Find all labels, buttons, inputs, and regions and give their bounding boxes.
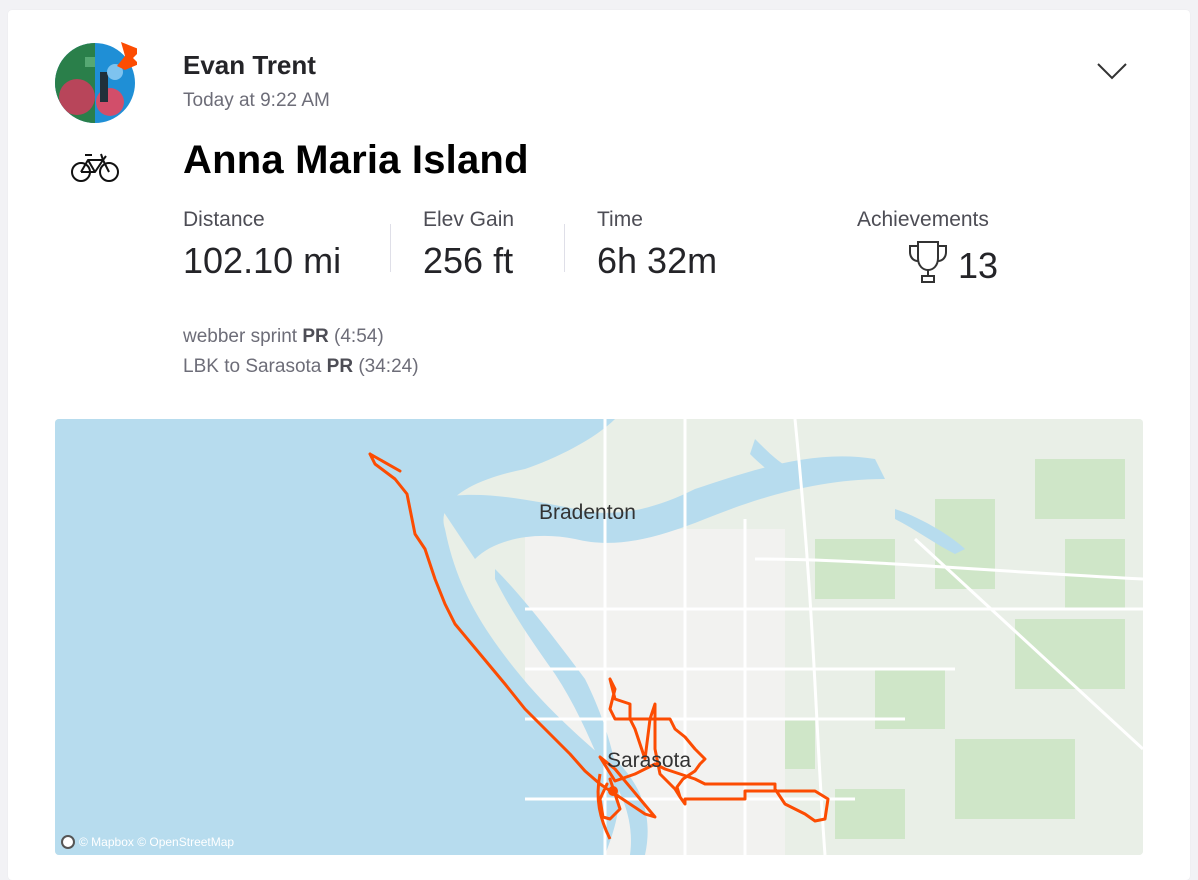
map-attribution[interactable]: © Mapbox © OpenStreetMap bbox=[61, 835, 234, 849]
chevron-down-icon[interactable] bbox=[1096, 60, 1128, 82]
attribution-text: © Mapbox © OpenStreetMap bbox=[79, 835, 235, 849]
stat-label: Elev Gain bbox=[423, 208, 515, 231]
segment-achievement[interactable]: LBK to Sarasota PR (34:24) bbox=[183, 356, 419, 378]
activity-map[interactable]: Bradenton Sarasota © Mapbox © OpenStreet… bbox=[55, 419, 1143, 855]
stat-time: Time 6h 32m bbox=[597, 208, 717, 282]
athlete-avatar[interactable] bbox=[55, 42, 141, 123]
stat-value: 13 bbox=[958, 244, 999, 286]
map-canvas bbox=[55, 419, 1143, 855]
stat-elev-gain: Elev Gain 256 ft bbox=[423, 208, 514, 282]
segment-time: (4:54) bbox=[334, 326, 384, 347]
stat-value: 256 ft bbox=[423, 240, 514, 281]
stat-label: Achievements bbox=[857, 208, 989, 231]
stat-value: 102.10 mi bbox=[183, 240, 342, 281]
stat-divider bbox=[390, 224, 391, 272]
mapbox-logo-icon[interactable] bbox=[61, 835, 75, 849]
map-label-bradenton: Bradenton bbox=[539, 501, 636, 524]
stat-value: 6h 32m bbox=[597, 240, 718, 281]
segment-time: (34:24) bbox=[358, 356, 419, 377]
segment-name: LBK to Sarasota bbox=[183, 356, 322, 377]
pr-badge: PR bbox=[326, 356, 354, 377]
stat-label: Time bbox=[597, 208, 643, 231]
stat-distance: Distance 102.10 mi bbox=[183, 208, 341, 282]
pr-badge: PR bbox=[302, 326, 329, 347]
stat-achievements[interactable]: Achievements 13 bbox=[857, 208, 998, 293]
bike-icon bbox=[70, 150, 120, 184]
activity-title[interactable]: Anna Maria Island bbox=[183, 138, 529, 183]
trophy-icon bbox=[904, 238, 952, 293]
stat-label: Distance bbox=[183, 208, 265, 231]
athlete-name[interactable]: Evan Trent bbox=[183, 50, 316, 81]
activity-timestamp: Today at 9:22 AM bbox=[183, 90, 330, 111]
segment-name: webber sprint bbox=[183, 326, 298, 347]
segment-achievement[interactable]: webber sprint PR (4:54) bbox=[183, 326, 384, 348]
map-label-sarasota: Sarasota bbox=[607, 749, 692, 772]
stat-divider bbox=[564, 224, 565, 272]
